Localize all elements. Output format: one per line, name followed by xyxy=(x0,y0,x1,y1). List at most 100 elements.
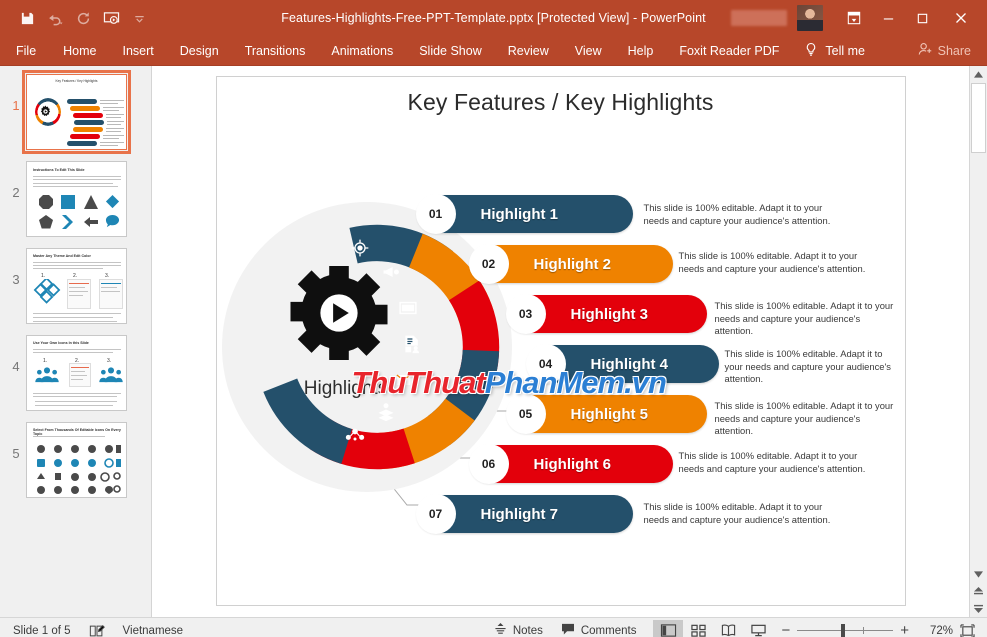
lightbulb-icon xyxy=(804,42,818,60)
notes-button[interactable]: Notes xyxy=(485,618,552,637)
notes-label: Notes xyxy=(513,625,543,637)
highlight-label: Highlight 3 xyxy=(571,306,649,323)
vertical-scrollbar[interactable] xyxy=(969,66,987,617)
maximize-icon[interactable] xyxy=(905,5,939,31)
zoom-slider[interactable]: − + xyxy=(773,622,917,637)
thumbnail-number: 1 xyxy=(6,74,26,113)
tab-insert[interactable]: Insert xyxy=(110,40,167,62)
highlight-bar-3[interactable]: 03 Highlight 3 xyxy=(507,295,707,333)
thumbnail-slide-title: Key Features / Key Highlights xyxy=(27,79,126,83)
normal-view-icon[interactable] xyxy=(653,620,683,637)
slide-counter-label: Slide 1 of 5 xyxy=(13,625,71,637)
shape-chevron-right-icon xyxy=(60,214,76,230)
layers-person-icon xyxy=(376,402,396,422)
comments-button[interactable]: Comments xyxy=(552,618,646,637)
share-label: Share xyxy=(938,44,971,58)
status-bar: Slide 1 of 5 Vietnamese Notes Comments − xyxy=(0,617,987,637)
proofing-icon[interactable] xyxy=(80,618,114,637)
thumbnail-slide-3[interactable]: 3 Master Any Theme And Edit Color 1. 2. … xyxy=(0,248,151,335)
shape-triangle-icon xyxy=(83,194,99,210)
next-slide-button[interactable] xyxy=(970,600,987,617)
zoom-out-button[interactable]: − xyxy=(781,622,790,637)
avatar[interactable] xyxy=(797,5,823,31)
highlight-bar-7[interactable]: 07 Highlight 7 xyxy=(417,495,633,533)
tab-foxit-reader-pdf[interactable]: Foxit Reader PDF xyxy=(666,40,792,62)
current-slide[interactable]: Key Features / Key Highlights xyxy=(216,76,906,606)
thumbnail-slide-1[interactable]: 1 Key Features / Key Highlights xyxy=(0,74,151,161)
close-icon[interactable] xyxy=(939,5,983,31)
thumbnail-slide-2[interactable]: 2 Instructions To Edit This Slide xyxy=(0,161,151,248)
tab-design[interactable]: Design xyxy=(167,40,232,62)
shape-octagon-icon xyxy=(38,194,54,210)
tab-transitions[interactable]: Transitions xyxy=(232,40,319,62)
tab-animations[interactable]: Animations xyxy=(318,40,406,62)
scroll-down-button[interactable] xyxy=(970,566,987,583)
tab-file[interactable]: File xyxy=(0,40,50,62)
highlight-description-5: This slide is 100% editable. Adapt it to… xyxy=(715,400,895,438)
slide-show-icon[interactable] xyxy=(743,620,773,637)
title-bar: Features-Highlights-Free-PPT-Template.pp… xyxy=(0,0,987,36)
slide-canvas-area[interactable]: Key Features / Key Highlights xyxy=(152,66,969,617)
highlight-bar-6[interactable]: 06 Highlight 6 xyxy=(470,445,673,483)
tab-view[interactable]: View xyxy=(562,40,615,62)
thumbnail-number: 2 xyxy=(6,161,26,200)
tell-me-box[interactable]: Tell me xyxy=(804,42,865,60)
scroll-up-button[interactable] xyxy=(970,66,987,83)
zoom-in-button[interactable]: + xyxy=(900,622,909,637)
highlight-bar-1[interactable]: 01 Highlight 1 xyxy=(417,195,633,233)
thumbnail-slide-4[interactable]: 4 Use Your Own Icons In this Slide 1. 2.… xyxy=(0,335,151,422)
network-nodes-icon xyxy=(345,424,365,444)
highlight-number-badge: 01 xyxy=(416,194,456,234)
comments-label: Comments xyxy=(581,625,637,637)
tell-me-label: Tell me xyxy=(825,44,865,58)
document-user-icon xyxy=(402,334,422,354)
comment-icon xyxy=(561,623,575,637)
save-icon[interactable] xyxy=(14,6,40,30)
language-indicator[interactable]: Vietnamese xyxy=(114,618,193,637)
thumbnail-preview[interactable]: Key Features / Key Highlights xyxy=(26,74,127,150)
previous-slide-button[interactable] xyxy=(970,583,987,600)
thumbnail-preview[interactable]: Select From Thousands Of Editable Icons … xyxy=(26,422,127,498)
highlight-bar-2[interactable]: 02 Highlight 2 xyxy=(470,245,673,283)
scrollbar-thumb[interactable] xyxy=(971,83,986,153)
highlight-number-badge: 06 xyxy=(469,444,509,484)
thumbnail-slide-title: Select From Thousands Of Editable Icons … xyxy=(33,428,126,436)
zoom-midpoint-tick xyxy=(863,627,864,634)
highlight-number-badge: 07 xyxy=(416,494,456,534)
zoom-level-label[interactable]: 72% xyxy=(917,625,953,637)
share-button[interactable]: Share xyxy=(918,42,971,59)
slide-thumbnail-panel[interactable]: 1 Key Features / Key Highlights xyxy=(0,66,152,617)
ribbon-tab-bar: File Home Insert Design Transitions Anim… xyxy=(0,36,987,66)
account-name-blurred xyxy=(731,10,787,26)
mini-diamonds-icon xyxy=(33,279,61,307)
slideshow-icon[interactable] xyxy=(98,6,124,30)
thumbnail-slide-5[interactable]: 5 Select From Thousands Of Editable Icon… xyxy=(0,422,151,509)
fit-slide-icon[interactable] xyxy=(953,624,981,637)
tab-slide-show[interactable]: Slide Show xyxy=(406,40,495,62)
tab-review[interactable]: Review xyxy=(495,40,562,62)
highlight-label: Highlight 6 xyxy=(534,456,612,473)
highlight-label: Highlight 2 xyxy=(534,256,612,273)
minimize-icon[interactable] xyxy=(871,5,905,31)
tab-help[interactable]: Help xyxy=(615,40,667,62)
thumbnail-preview[interactable]: Instructions To Edit This Slide xyxy=(26,161,127,237)
shape-speech-bubble-icon xyxy=(105,214,120,229)
reading-view-icon[interactable] xyxy=(713,620,743,637)
thumbnail-preview[interactable]: Master Any Theme And Edit Color 1. 2. 3. xyxy=(26,248,127,324)
slide-sorter-icon[interactable] xyxy=(683,620,713,637)
target-icon xyxy=(350,238,370,258)
undo-icon[interactable] xyxy=(42,6,68,30)
redo-icon[interactable] xyxy=(70,6,96,30)
ribbon-display-options-icon[interactable] xyxy=(837,5,871,31)
thumbnail-preview[interactable]: Use Your Own Icons In this Slide 1. 2. 3… xyxy=(26,335,127,411)
chevron-down-icon[interactable] xyxy=(126,6,152,30)
mini-people-icon xyxy=(99,365,123,383)
titlebar-right-group xyxy=(731,5,987,31)
highlight-number-badge: 02 xyxy=(469,244,509,284)
tab-home[interactable]: Home xyxy=(50,40,109,62)
highlight-description-1: This slide is 100% editable. Adapt it to… xyxy=(644,202,844,227)
shape-diamond-icon xyxy=(105,194,120,209)
zoom-knob[interactable] xyxy=(841,624,845,637)
slide-counter[interactable]: Slide 1 of 5 xyxy=(0,618,80,637)
zoom-track[interactable] xyxy=(797,630,893,631)
